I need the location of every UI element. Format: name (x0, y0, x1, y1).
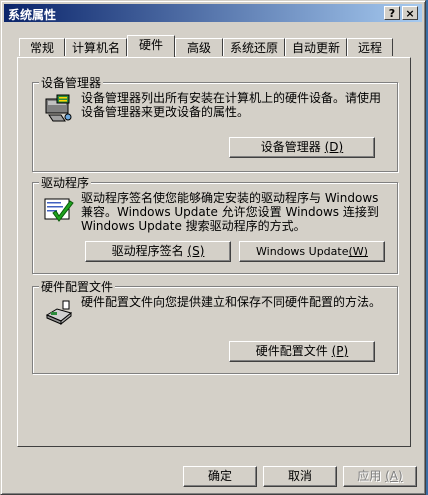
driver-signing-button-label: 驱动程序签名 (111, 244, 184, 258)
system-properties-window: 系统属性 ? × 常规 计算机名 硬件 高级 系统还原 自动更新 远程 设备管理… (0, 0, 426, 495)
hardware-panel: 设备管理器 设备管理器列出所有安装在计算机上的硬件设备。请使用设备管理器来更改设… (17, 57, 411, 447)
help-button[interactable]: ? (384, 6, 400, 20)
driver-signing-button[interactable]: 驱动程序签名 (S) (85, 241, 231, 262)
close-button[interactable]: × (402, 6, 418, 20)
hardware-profiles-button-label: 硬件配置文件 (255, 344, 328, 358)
windows-update-button-key: (W) (348, 245, 368, 258)
cancel-button[interactable]: 取消 (263, 466, 337, 487)
device-manager-icon (45, 94, 72, 122)
device-manager-button-key: (D) (324, 140, 344, 154)
windows-update-button[interactable]: Windows Update(W) (239, 241, 385, 262)
hardware-profiles-icon (45, 300, 73, 326)
hardware-profiles-heading: 硬件配置文件 (39, 278, 116, 295)
hardware-profiles-button[interactable]: 硬件配置文件 (P) (229, 341, 375, 362)
windows-update-button-label: Windows Update (256, 245, 349, 258)
device-manager-heading: 设备管理器 (39, 74, 104, 91)
tab-computer-name[interactable]: 计算机名 (65, 38, 127, 56)
title-bar[interactable]: 系统属性 ? × (4, 4, 422, 22)
ok-button[interactable]: 确定 (183, 466, 257, 487)
tab-advanced[interactable]: 高级 (175, 38, 223, 56)
device-manager-group: 设备管理器 设备管理器列出所有安装在计算机上的硬件设备。请使用设备管理器来更改设… (32, 74, 398, 172)
tab-hardware[interactable]: 硬件 (127, 35, 175, 57)
tab-general[interactable]: 常规 (19, 38, 65, 56)
hardware-profiles-description: 硬件配置文件向您提供建立和保存不同硬件配置的方法。 (81, 295, 382, 309)
driver-description: 驱动程序签名使您能够确定安装的驱动程序与 Windows 兼容。Windows … (81, 191, 379, 233)
device-manager-description: 设备管理器列出所有安装在计算机上的硬件设备。请使用设备管理器来更改设备的属性。 (81, 91, 382, 119)
driver-signing-icon (44, 198, 74, 222)
driver-group: 驱动程序 驱动程序签名使您能够确定安装的驱动程序与 Windows 兼容。Win… (32, 174, 398, 274)
device-manager-button[interactable]: 设备管理器 (D) (229, 137, 375, 158)
apply-button[interactable]: 应用 (A) (343, 466, 417, 487)
apply-button-key: (A) (385, 469, 403, 483)
apply-button-label: 应用 (357, 469, 382, 483)
driver-signing-button-key: (S) (187, 244, 205, 258)
device-manager-button-label: 设备管理器 (260, 140, 321, 154)
tab-auto-update[interactable]: 自动更新 (285, 38, 347, 56)
tab-system-restore[interactable]: 系统还原 (223, 38, 285, 56)
driver-heading: 驱动程序 (39, 174, 92, 191)
window-title: 系统属性 (8, 8, 57, 22)
tab-remote[interactable]: 远程 (347, 38, 393, 56)
hardware-profiles-button-key: (P) (331, 344, 349, 358)
hardware-profiles-group: 硬件配置文件 硬件配置文件向您提供建立和保存不同硬件配置的方法。 硬件配置文件 … (32, 278, 398, 374)
